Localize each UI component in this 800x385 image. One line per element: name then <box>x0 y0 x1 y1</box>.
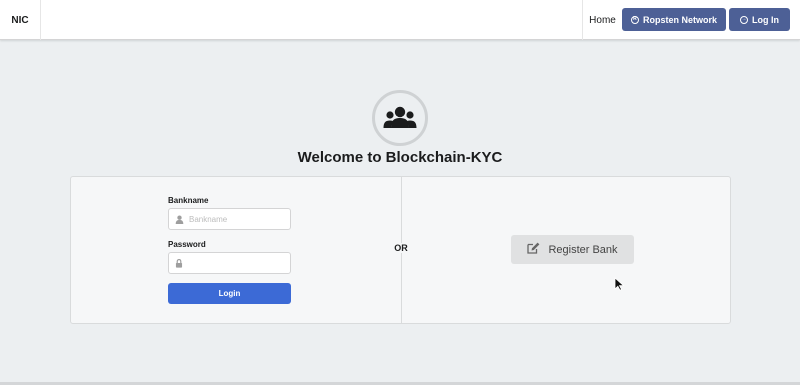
ethereum-icon: R <box>630 15 639 24</box>
register-bank-button[interactable]: Register Bank <box>511 235 634 264</box>
register-bank-label: Register Bank <box>548 243 618 256</box>
ropsten-network-label: Ropsten Network <box>642 14 717 25</box>
mouse-cursor-icon <box>614 277 625 296</box>
user-icon <box>169 209 189 229</box>
bankname-field[interactable] <box>168 208 291 230</box>
bankname-label: Bankname <box>168 196 209 205</box>
login-register-panel: Bankname Password Login OR Regis <box>70 176 731 324</box>
home-link[interactable]: Home <box>582 0 622 40</box>
or-divider-label: OR <box>388 243 414 253</box>
top-menu: NIC Home R Ropsten Network → Log In <box>0 0 800 40</box>
brand-logo[interactable]: NIC <box>0 0 41 40</box>
bankname-input[interactable] <box>189 210 287 228</box>
log-in-label: Log In <box>752 14 779 25</box>
sign-in-icon: → <box>740 15 748 24</box>
password-input[interactable] <box>189 254 287 272</box>
ropsten-network-button[interactable]: R Ropsten Network <box>622 8 726 31</box>
password-label: Password <box>168 240 206 249</box>
log-in-button[interactable]: → Log In <box>729 8 790 31</box>
password-field[interactable] <box>168 252 291 274</box>
edit-icon <box>527 242 540 257</box>
lock-icon <box>169 253 189 273</box>
page-title: Welcome to Blockchain-KYC <box>297 149 503 166</box>
users-icon <box>372 90 428 146</box>
login-button[interactable]: Login <box>168 283 291 304</box>
